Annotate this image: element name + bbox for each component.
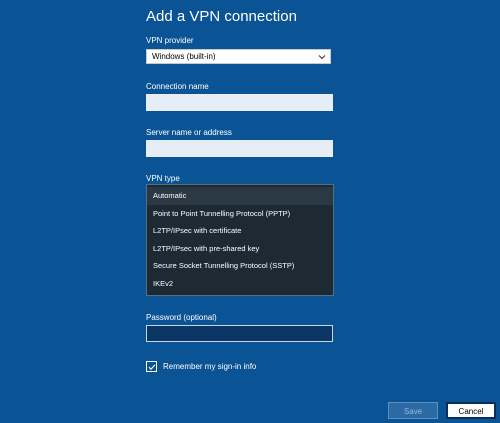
save-button[interactable]: Save: [388, 402, 438, 419]
vpn-provider-select[interactable]: Windows (built-in): [146, 49, 331, 64]
vpn-provider-label: VPN provider: [146, 36, 194, 45]
server-name-label: Server name or address: [146, 128, 232, 137]
vpn-type-option-pptp[interactable]: Point to Point Tunnelling Protocol (PPTP…: [147, 205, 333, 223]
vpn-type-option-l2tp-psk[interactable]: L2TP/IPsec with pre-shared key: [147, 240, 333, 258]
server-name-input[interactable]: [146, 140, 333, 157]
cancel-button[interactable]: Cancel: [446, 402, 496, 419]
checkmark-icon: [148, 363, 156, 370]
vpn-type-option-automatic[interactable]: Automatic: [147, 187, 333, 205]
password-input[interactable]: [146, 325, 333, 342]
remember-row[interactable]: Remember my sign-in info: [146, 360, 256, 372]
page-title: Add a VPN connection: [146, 8, 297, 25]
vpn-type-label: VPN type: [146, 174, 180, 183]
connection-name-label: Connection name: [146, 82, 209, 91]
vpn-type-dropdown[interactable]: Automatic Point to Point Tunnelling Prot…: [146, 184, 334, 296]
remember-label: Remember my sign-in info: [163, 361, 257, 371]
vpn-provider-value: Windows (built-in): [152, 52, 216, 61]
connection-name-input[interactable]: [146, 94, 333, 111]
vpn-type-option-ikev2[interactable]: IKEv2: [147, 275, 333, 293]
vpn-type-option-l2tp-certificate[interactable]: L2TP/IPsec with certificate: [147, 222, 333, 240]
password-label: Password (optional): [146, 313, 217, 322]
vpn-type-option-sstp[interactable]: Secure Socket Tunnelling Protocol (SSTP): [147, 257, 333, 275]
chevron-down-icon: [318, 55, 326, 60]
remember-checkbox[interactable]: [146, 360, 157, 372]
